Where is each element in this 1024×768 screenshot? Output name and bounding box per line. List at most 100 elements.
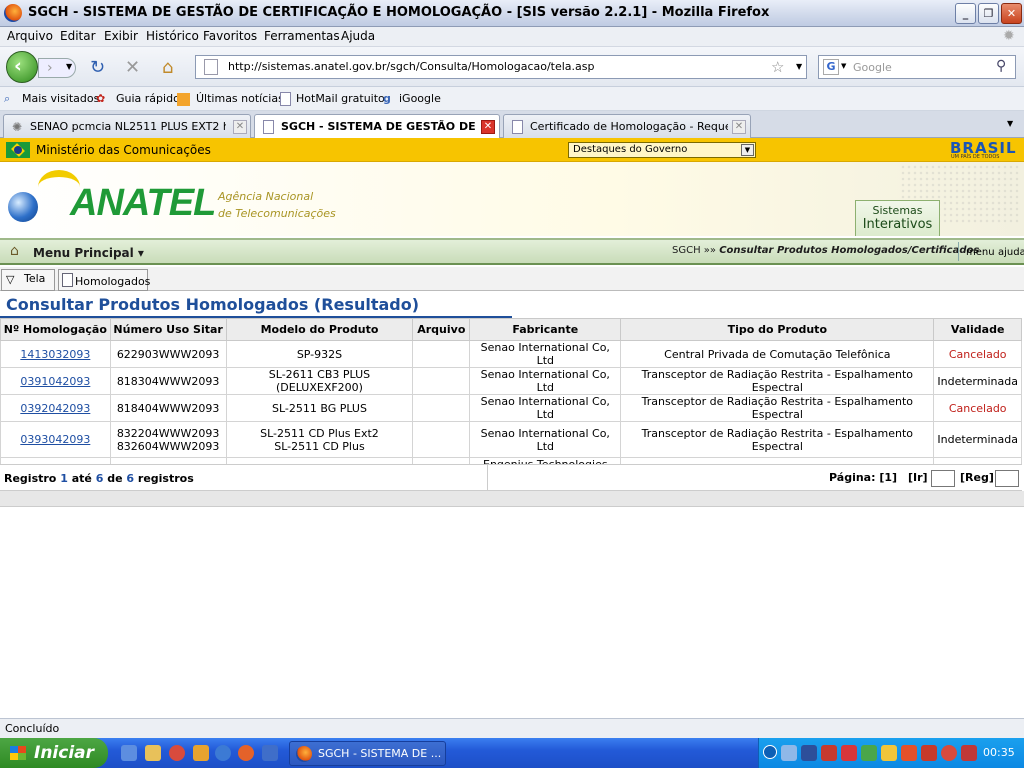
sistemas-interativos-tab[interactable]: Sistemas Interativos xyxy=(855,200,940,236)
help-link[interactable]: ajuda xyxy=(998,247,1024,258)
quicklaunch-desktop-icon[interactable] xyxy=(145,745,161,761)
menu-ferramentas[interactable]: Ferramentas xyxy=(264,29,340,43)
filter-icon: ▽ xyxy=(6,273,15,286)
tab-close-icon[interactable]: ✕ xyxy=(732,120,746,134)
content-footer-band xyxy=(0,491,1024,507)
destaques-select[interactable]: Destaques do Governo ▼ xyxy=(568,142,756,158)
column-header[interactable]: Arquivo xyxy=(412,318,471,341)
menu-principal-button[interactable]: Menu Principal ▾ xyxy=(33,246,144,260)
search-icon[interactable]: ⚲ xyxy=(996,58,1006,74)
tray-expand-icon[interactable] xyxy=(763,745,777,759)
tray-monitor-icon[interactable] xyxy=(801,745,817,761)
tab-certificado[interactable]: Certificado de Homologação - Requerim...… xyxy=(503,114,751,138)
brasil-slogan: UM PAÍS DE TODOS xyxy=(951,154,1000,160)
record-total: 6 xyxy=(126,472,135,485)
search-box[interactable]: G ▼ Google ⚲ xyxy=(818,55,1016,79)
column-header[interactable]: Tipo do Produto xyxy=(620,318,935,341)
menu-arquivo[interactable]: Arquivo xyxy=(7,29,53,43)
firefox-icon xyxy=(296,746,312,762)
tela-tab[interactable]: ▽ Tela xyxy=(1,269,55,291)
tray-app-icon[interactable] xyxy=(861,745,877,761)
cell-arquivo xyxy=(412,367,471,395)
tray-shield-icon[interactable] xyxy=(841,745,857,761)
back-button[interactable]: ‹ xyxy=(6,51,38,83)
breadcrumb-prefix: SGCH »» xyxy=(672,245,717,256)
ir-page-input[interactable] xyxy=(931,470,955,487)
menu-favoritos[interactable]: Favoritos xyxy=(203,29,257,43)
table-row: 0392042093 818404WWW2093 SL-2511 BG PLUS Se… xyxy=(0,394,1022,422)
bookmark-star-icon[interactable]: ☆ xyxy=(771,58,784,76)
system-tray: 00:35 xyxy=(758,738,1024,768)
taskbar-window-button[interactable]: SGCH - SISTEMA DE ... xyxy=(289,741,446,766)
homologados-tab[interactable]: Homologados xyxy=(58,269,150,291)
rss-icon xyxy=(177,93,190,106)
windows-taskbar: Iniciar SGCH - SISTEMA DE ... 00:35 xyxy=(0,738,1024,768)
column-header[interactable]: Validade xyxy=(933,318,1022,341)
ministry-link[interactable]: Ministério das Comunicações xyxy=(36,143,211,157)
pagina-label: Página: xyxy=(829,471,876,484)
url-bar[interactable]: http://sistemas.anatel.gov.br/sgch/Consu… xyxy=(195,55,807,79)
tab-senao[interactable]: ✺ SENAO pcmcia NL2511 PLUS EXT2 hom... ✕ xyxy=(3,114,251,138)
cell-tipo-produto: Central Privada de Comutação Telefônica xyxy=(620,340,935,368)
tray-media-icon[interactable] xyxy=(941,745,957,761)
cell-homologacao-link[interactable]: 0392042093 xyxy=(0,394,111,422)
cell-validade: Cancelado xyxy=(933,394,1022,422)
tab-sgch[interactable]: SGCH - SISTEMA DE GESTÃO DE C... ✕ xyxy=(254,114,500,139)
url-dropdown-icon[interactable]: ▼ xyxy=(796,62,802,71)
cell-homologacao-link[interactable]: 1413032093 xyxy=(0,340,111,368)
cell-fabricante: Senao International Co, Ltd xyxy=(469,394,622,422)
windows-logo-icon xyxy=(10,746,26,760)
close-button[interactable]: ✕ xyxy=(1001,3,1022,24)
tray-volume-icon[interactable] xyxy=(961,745,977,761)
tab-close-icon[interactable]: ✕ xyxy=(481,120,495,134)
bookmark-hotmail[interactable]: HotMail gratuito xyxy=(296,92,385,105)
home-icon[interactable]: ⌂ xyxy=(162,57,173,78)
cell-fabricante: Senao International Co, Ltd xyxy=(469,367,622,395)
tab-close-icon[interactable]: ✕ xyxy=(233,120,247,134)
column-header[interactable]: Modelo do Produto xyxy=(225,318,414,341)
tab-list-icon[interactable]: ▼ xyxy=(1007,119,1013,128)
record-to: 6 xyxy=(95,472,104,485)
reload-icon[interactable]: ↻ xyxy=(90,57,105,78)
registro-label: Registro xyxy=(4,472,57,485)
minimize-button[interactable]: _ xyxy=(955,3,976,24)
cell-homologacao-link[interactable]: 0391042093 xyxy=(0,367,111,395)
restore-button[interactable]: ❐ xyxy=(978,3,999,24)
column-header[interactable]: Nº Homologação xyxy=(0,318,111,341)
agency-name: Agência Nacional de Telecomunicações xyxy=(218,188,336,222)
tray-bolt-icon[interactable] xyxy=(901,745,917,761)
tray-alert-icon[interactable] xyxy=(881,745,897,761)
bookmark-mais-visitados[interactable]: Mais visitados xyxy=(22,92,99,105)
quicklaunch-firefox-icon[interactable] xyxy=(238,745,254,761)
bookmark-ultimas-noticias[interactable]: Últimas notícias xyxy=(196,92,284,105)
quicklaunch-ie-icon[interactable] xyxy=(121,745,137,761)
engine-dropdown-icon[interactable]: ▼ xyxy=(841,62,846,70)
quicklaunch-app-icon[interactable] xyxy=(262,745,278,761)
ir-label: [Ir] xyxy=(908,471,928,484)
column-header[interactable]: Fabricante xyxy=(469,318,622,341)
menu-historico[interactable]: Histórico xyxy=(146,29,199,43)
quicklaunch-player-icon[interactable] xyxy=(215,745,231,761)
quicklaunch-media-icon[interactable] xyxy=(169,745,185,761)
tray-tools-icon[interactable] xyxy=(921,745,937,761)
tab-label: SGCH - SISTEMA DE GESTÃO DE C... xyxy=(281,120,477,133)
stop-icon[interactable]: ✕ xyxy=(125,57,140,78)
menu-editar[interactable]: Editar xyxy=(60,29,96,43)
menu-ajuda[interactable]: Ajuda xyxy=(341,29,375,43)
window-title-bar: SGCH - SISTEMA DE GESTÃO DE CERTIFICAÇÃO… xyxy=(0,0,1024,27)
quicklaunch-folder-icon[interactable] xyxy=(193,745,209,761)
forward-button[interactable]: › ▼ xyxy=(38,58,76,78)
cell-uso-sitar: 818404WWW2093 xyxy=(109,394,227,422)
menu-link[interactable]: menu xyxy=(966,247,995,258)
reg-input[interactable] xyxy=(995,470,1019,487)
google-icon[interactable]: G xyxy=(823,59,839,75)
tray-security-icon[interactable] xyxy=(821,745,837,761)
agency-line2: de Telecomunicações xyxy=(218,207,336,220)
bookmark-guia-rapido[interactable]: Guia rápido xyxy=(116,92,180,105)
menu-exibir[interactable]: Exibir xyxy=(104,29,138,43)
divider xyxy=(487,465,488,490)
column-header[interactable]: Número Uso Sitar xyxy=(109,318,227,341)
tray-network-icon[interactable] xyxy=(781,745,797,761)
cell-homologacao-link[interactable]: 0393042093 xyxy=(0,421,111,458)
bookmark-igoogle[interactable]: iGoogle xyxy=(399,92,441,105)
